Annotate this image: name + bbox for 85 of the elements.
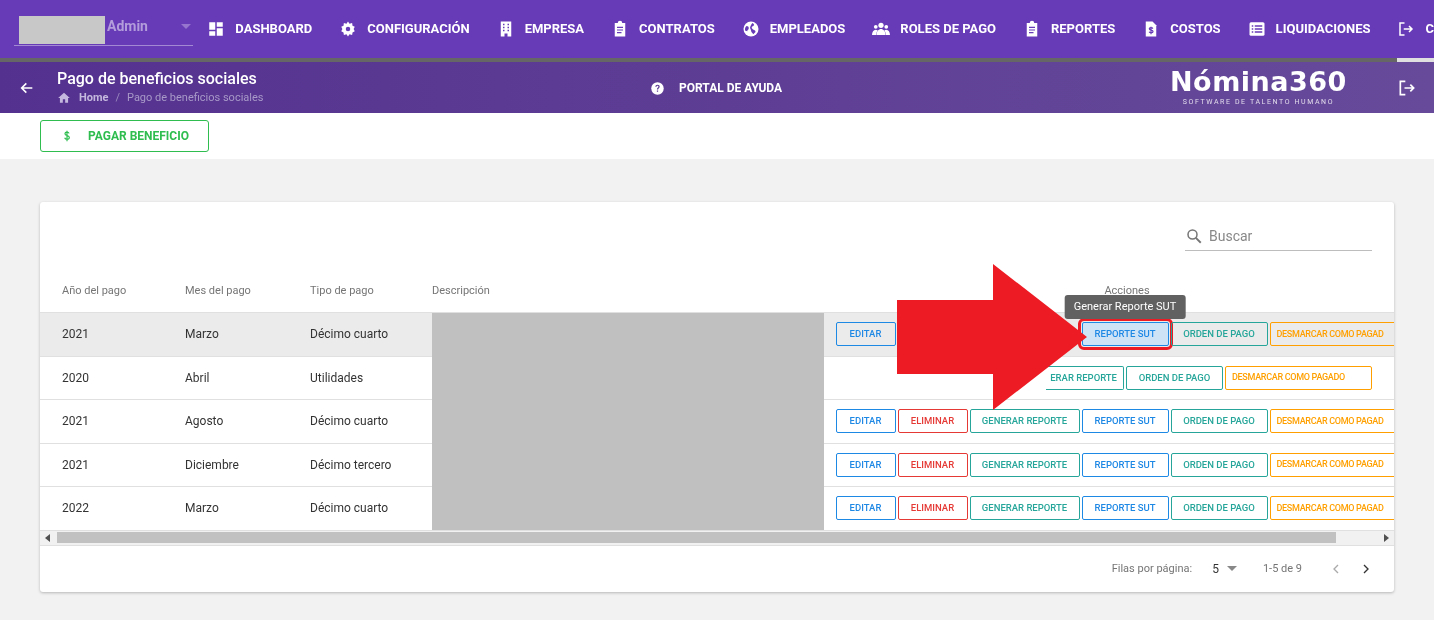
table-cell: 2021: [62, 414, 89, 429]
column-header: Mes del pago: [185, 283, 251, 297]
caret-icon: [181, 24, 192, 29]
unmark-paid-button[interactable]: DESMARCAR COMO PAGADO: [1225, 365, 1372, 390]
generate-report-button[interactable]: GENERAR REPORTE: [969, 409, 1080, 434]
nav-tab[interactable]: EMPLEADOS: [741, 0, 846, 62]
logout-icon: [1397, 20, 1416, 38]
caret-icon: [1226, 566, 1237, 572]
edit-button[interactable]: EDITAR: [835, 496, 896, 521]
table-cell: Diciembre: [185, 457, 239, 472]
table-cell: Décimo cuarto: [310, 414, 389, 429]
delete-button[interactable]: ELIMINAR: [897, 496, 968, 521]
generate-report-button[interactable]: GENERAR REPORTE: [969, 452, 1080, 477]
table-cell: Abril: [185, 370, 210, 385]
edit-button[interactable]: EDITAR: [835, 322, 896, 347]
user-menu[interactable]: Admin: [14, 14, 194, 46]
rows-per-page-label: Filas por página:: [1111, 560, 1193, 577]
payment-order-button[interactable]: ORDEN DE PAGO: [1170, 496, 1268, 521]
delete-button[interactable]: ELIMINAR: [897, 452, 968, 477]
column-header: Descripción: [432, 283, 490, 297]
delete-button[interactable]: ELIMINAR: [897, 409, 968, 434]
table-cell: Décimo cuarto: [310, 501, 389, 516]
logout-icon: [1397, 78, 1417, 98]
generate-report-button[interactable]: GENERAR REPORTE: [969, 496, 1080, 521]
table-cell: Décimo tercero: [310, 457, 392, 472]
payment-order-button[interactable]: ORDEN DE PAGO: [1170, 322, 1268, 347]
nav-tab[interactable]: EMPRESA: [496, 0, 585, 62]
search-icon: [1185, 227, 1203, 245]
table-cell: Décimo cuarto: [310, 327, 389, 342]
payment-order-button[interactable]: ORDEN DE PAGO: [1126, 365, 1223, 390]
table-cell: 2020: [62, 370, 89, 385]
table-cell: 2021: [62, 457, 89, 472]
nav-tab[interactable]: CONTRATOS: [611, 0, 715, 62]
edit-button[interactable]: EDITAR: [835, 409, 896, 434]
user-role: Admin: [107, 17, 148, 36]
people-icon: [872, 20, 891, 38]
page-title: Pago de beneficios sociales: [57, 68, 258, 88]
scrollbar-thumb[interactable]: [57, 532, 1336, 543]
table-cell: Marzo: [185, 327, 219, 342]
sut-report-button[interactable]: REPORTE SUT: [1081, 452, 1169, 477]
unmark-paid-button[interactable]: DESMARCAR COMO PAGAD: [1269, 409, 1394, 434]
nav-tab[interactable]: ROLES DE PAGO: [872, 0, 996, 62]
nav-tab[interactable]: CONFIGURACIÓN: [339, 0, 470, 62]
nav-tab[interactable]: REPORTES: [1022, 0, 1116, 62]
logout-button[interactable]: [1397, 78, 1417, 98]
payment-order-button[interactable]: ORDEN DE PAGO: [1170, 409, 1268, 434]
home-icon: [57, 90, 71, 105]
table-cell: 2021: [62, 327, 89, 342]
nav-tab[interactable]: C: [1397, 0, 1434, 62]
logo-name: Nómina360: [1170, 66, 1347, 98]
unmark-paid-button[interactable]: DESMARCAR COMO PAGAD: [1269, 452, 1394, 477]
sut-report-button[interactable]: REPORTE SUT: [1081, 496, 1169, 521]
column-header: Año del pago: [62, 283, 127, 297]
edit-button[interactable]: EDITAR: [835, 452, 896, 477]
table-cell: 2022: [62, 501, 89, 516]
sut-report-button[interactable]: REPORTE SUT: [1081, 409, 1169, 434]
nav-tab[interactable]: LIQUIDACIONES: [1247, 0, 1371, 62]
breadcrumb-separator: /: [115, 89, 120, 106]
scroll-right-icon: [1384, 533, 1389, 542]
rows-per-page-select[interactable]: 5: [1212, 559, 1237, 578]
page-range: 1-5 de 9: [1262, 560, 1302, 577]
list-icon: [1247, 20, 1266, 38]
table-row[interactable]: 2021 Diciembre Décimo tercero EDITAR ELIMINAR GENERAR REPORTE REPORTE SUT ORDEN DE PAGO DESMARCAR COMO PAGAD: [40, 443, 1394, 487]
table-row[interactable]: 2022 Marzo Décimo cuarto EDITAR ELIMINAR GENERAR REPORTE REPORTE SUT ORDEN DE PAGO DESMARCAR COMO PAGAD: [40, 487, 1394, 531]
table-row[interactable]: 2020 Abril Utilidades ERAR REPORTE ORDEN DE PAGO DESMARCAR COMO PAGADO: [40, 356, 1394, 400]
help-icon: [650, 80, 665, 96]
nav-tab[interactable]: DASHBOARD: [207, 0, 313, 62]
unmark-paid-button[interactable]: DESMARCAR COMO PAGAD: [1269, 496, 1394, 521]
column-header: Acciones: [1104, 283, 1150, 297]
nav-tab[interactable]: COSTOS: [1142, 0, 1221, 62]
grid-icon: [207, 20, 226, 38]
breadcrumb-current: Pago de beneficios sociales: [127, 89, 264, 106]
help-portal-link[interactable]: PORTAL DE AYUDA: [650, 79, 783, 97]
breadcrumb-link[interactable]: Home: [79, 88, 109, 107]
column-header: Tipo de pago: [310, 283, 374, 297]
table-row[interactable]: 2021 Agosto Décimo cuarto EDITAR ELIMINAR GENERAR REPORTE REPORTE SUT ORDEN DE PAGO DESMARCAR COMO PAGAD: [40, 400, 1394, 444]
table-cell: Utilidades: [310, 370, 364, 385]
payment-order-button[interactable]: ORDEN DE PAGO: [1170, 452, 1268, 477]
search-field[interactable]: Buscar: [1209, 224, 1359, 248]
pay-benefit-button[interactable]: PAGAR BENEFICIO: [40, 120, 209, 152]
table-cell: Marzo: [185, 501, 219, 516]
tooltip: Generar Reporte SUT: [1064, 295, 1186, 320]
globe-icon: [741, 20, 760, 38]
table-cell: Agosto: [185, 414, 224, 429]
scroll-left-icon: [45, 533, 50, 542]
